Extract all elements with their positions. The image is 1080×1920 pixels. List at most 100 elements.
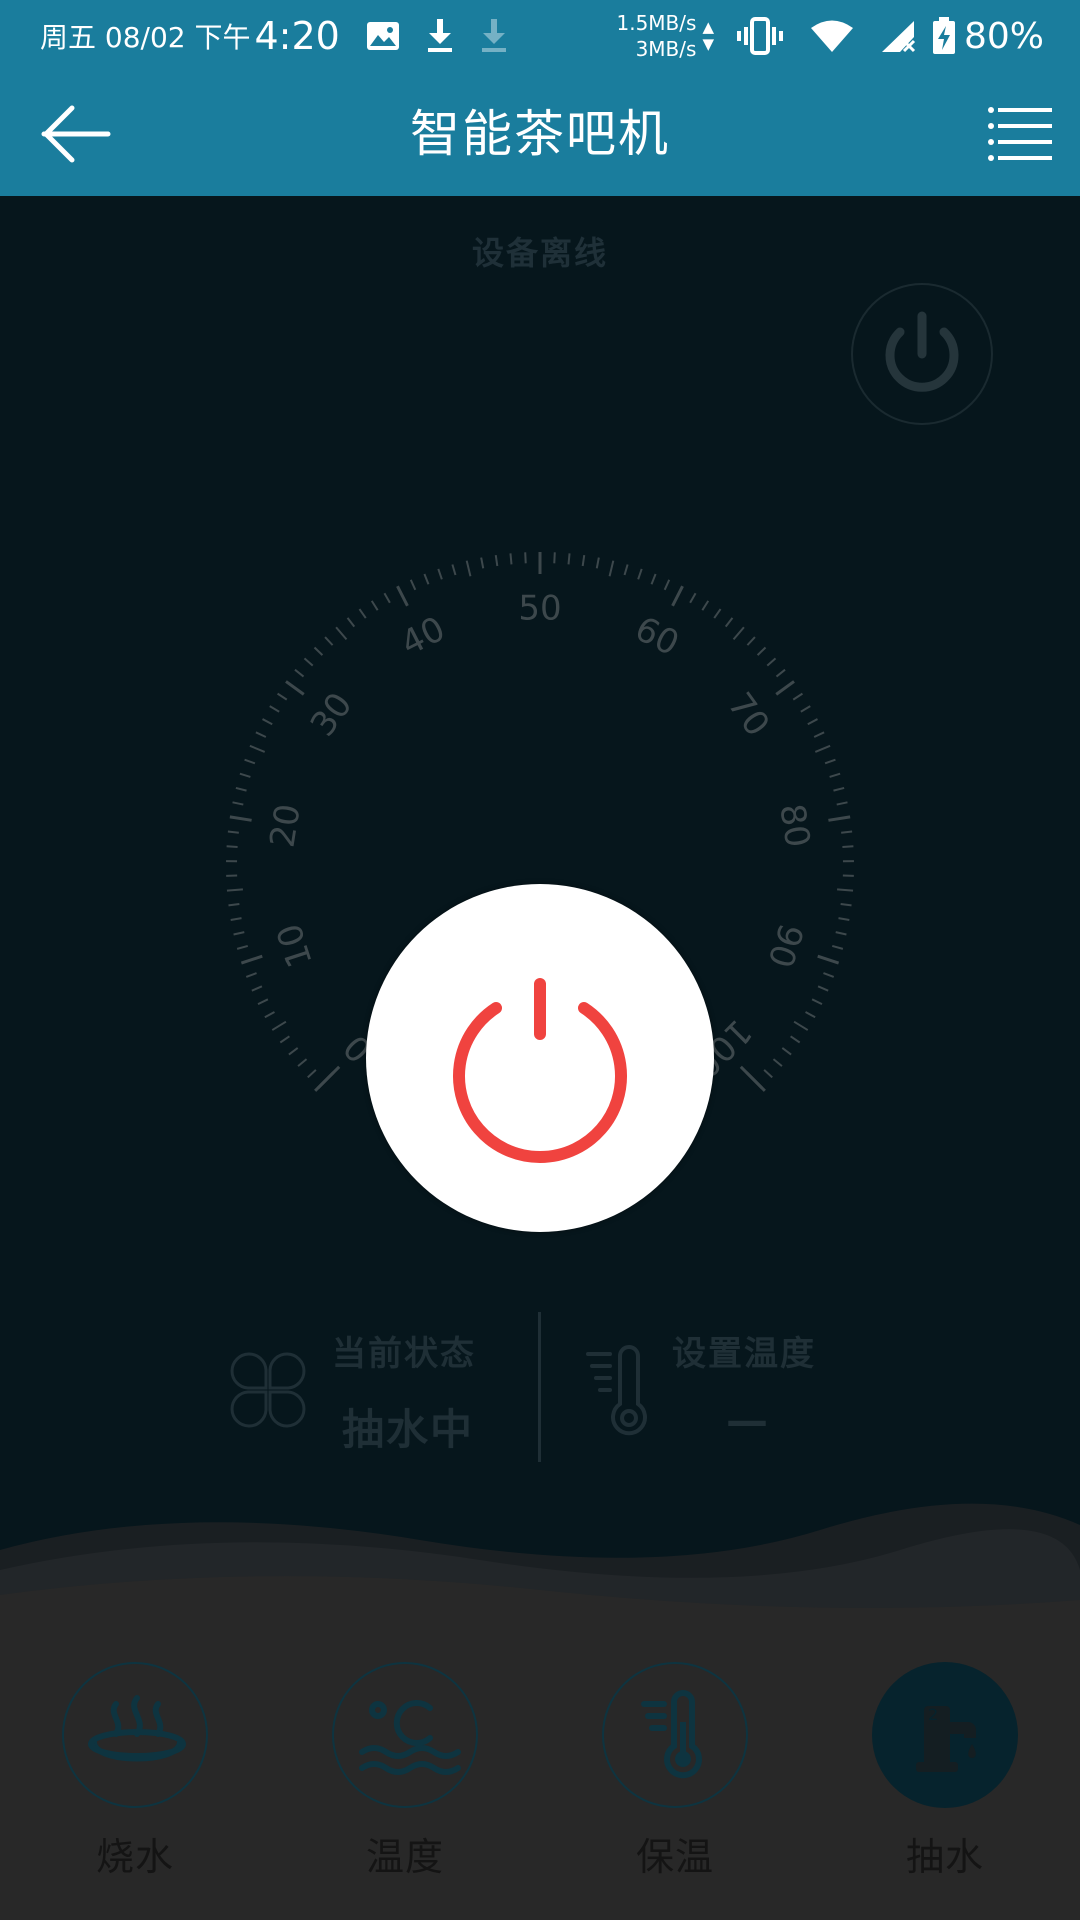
dial-tick xyxy=(226,888,243,892)
temperature-button[interactable] xyxy=(332,1662,478,1808)
temperature-celsius-icon xyxy=(359,1700,461,1775)
mode-label-pump: 抽水 xyxy=(905,1835,984,1879)
dial-tick xyxy=(233,931,245,936)
dial-tick xyxy=(814,744,831,753)
dial-label: 90 xyxy=(759,919,810,973)
mode-label-boil: 烧水 xyxy=(95,1835,174,1879)
dial-tick xyxy=(831,944,844,950)
dial-tick xyxy=(370,600,379,611)
dial-tick xyxy=(732,626,745,641)
dial-tick xyxy=(262,718,273,726)
dial-tick xyxy=(663,579,671,591)
dial-tick xyxy=(790,1035,801,1044)
dial-tick xyxy=(236,944,249,950)
dial-tick xyxy=(701,600,710,611)
dial-tick xyxy=(793,1020,809,1031)
clover-state-icon xyxy=(230,1352,306,1428)
dial-tick xyxy=(285,680,305,696)
state-value: 抽水中 xyxy=(342,1405,475,1454)
dial-tick xyxy=(226,845,238,848)
dial-tick xyxy=(313,646,324,656)
dial-tick xyxy=(235,786,247,792)
dial-tick xyxy=(255,731,267,738)
boil-water-icon xyxy=(88,1695,186,1762)
dial-tick xyxy=(805,1011,816,1019)
dial-label: 60 xyxy=(629,609,686,664)
dial-tick xyxy=(836,801,848,806)
dial-label: 10 xyxy=(269,919,320,973)
dial-tick xyxy=(232,801,244,806)
dial-tick xyxy=(835,931,847,936)
dial-tick xyxy=(346,617,356,628)
dial-tick xyxy=(383,592,391,604)
dial-tick xyxy=(288,1047,299,1056)
dial-tick xyxy=(800,705,811,713)
dial-tick xyxy=(595,557,600,569)
dial-tick xyxy=(279,1035,290,1044)
dial-tick xyxy=(437,568,443,580)
mode-label-keep-warm: 保温 xyxy=(635,1835,714,1879)
dial-tick xyxy=(423,573,430,585)
dial-label: 30 xyxy=(303,685,361,744)
dial-tick xyxy=(567,553,571,565)
dial-label: 70 xyxy=(719,685,777,744)
dial-tick xyxy=(650,573,657,585)
dial-tick xyxy=(271,1020,287,1031)
dial-tick xyxy=(335,626,348,641)
dial-tick xyxy=(451,564,457,576)
dial-tick xyxy=(813,731,825,738)
dial-tick xyxy=(724,617,734,628)
dial-tick xyxy=(833,786,845,792)
dial-tick xyxy=(817,985,829,992)
dial-tick xyxy=(713,608,722,619)
dial-label: 20 xyxy=(263,801,309,850)
wave-decoration xyxy=(0,1503,1080,1620)
dial-tick xyxy=(277,692,288,701)
dial-tick xyxy=(396,585,409,607)
dial-tick xyxy=(409,579,417,591)
dial-tick xyxy=(840,902,852,907)
dial-tick xyxy=(792,692,803,701)
dial-tick xyxy=(817,954,840,965)
dial-tick xyxy=(746,636,756,646)
dial-tick xyxy=(623,564,629,576)
mode-label-temperature: 温度 xyxy=(365,1835,444,1879)
keep-warm-button[interactable] xyxy=(602,1662,748,1808)
dial-tick xyxy=(824,758,836,765)
thermometer-icon xyxy=(586,1345,647,1436)
dial-label: 50 xyxy=(518,589,561,629)
boil-water-button[interactable] xyxy=(62,1662,208,1808)
dial-tick xyxy=(229,815,252,822)
dial-tick xyxy=(823,972,835,978)
dial-tick xyxy=(581,554,586,567)
dial-tick xyxy=(230,917,242,921)
dial-tick xyxy=(608,560,615,577)
dial-tick xyxy=(465,560,472,577)
info-divider xyxy=(538,1312,541,1462)
dial-tick xyxy=(841,830,853,834)
dial-end-cap xyxy=(314,1065,341,1092)
set-temp-label: 设置温度 xyxy=(672,1334,816,1374)
dial-tick xyxy=(264,1011,275,1019)
dial-tick xyxy=(240,954,263,965)
dial-tick xyxy=(671,585,684,607)
pump-water-button[interactable]: 2 xyxy=(872,1662,1018,1808)
dial-tick xyxy=(244,758,256,765)
dial-end-cap xyxy=(739,1065,766,1092)
dial-tick xyxy=(756,646,767,656)
power-icon xyxy=(453,978,627,1164)
state-label: 当前状态 xyxy=(332,1334,476,1374)
dial-tick xyxy=(524,552,527,564)
main-power-button[interactable] xyxy=(366,884,714,1232)
dial-tick xyxy=(303,657,314,667)
dial-tick xyxy=(838,917,850,921)
dial-tick xyxy=(257,998,269,1006)
dial-tick xyxy=(807,718,818,726)
thermometer-icon xyxy=(641,1690,702,1779)
dial-tick xyxy=(637,568,643,580)
dial-tick xyxy=(297,1058,308,1067)
dial-tick xyxy=(781,1047,792,1056)
water-pump-tap-icon: 2 xyxy=(916,1705,976,1772)
dial-tick xyxy=(249,744,266,753)
dial-tick xyxy=(828,815,851,822)
